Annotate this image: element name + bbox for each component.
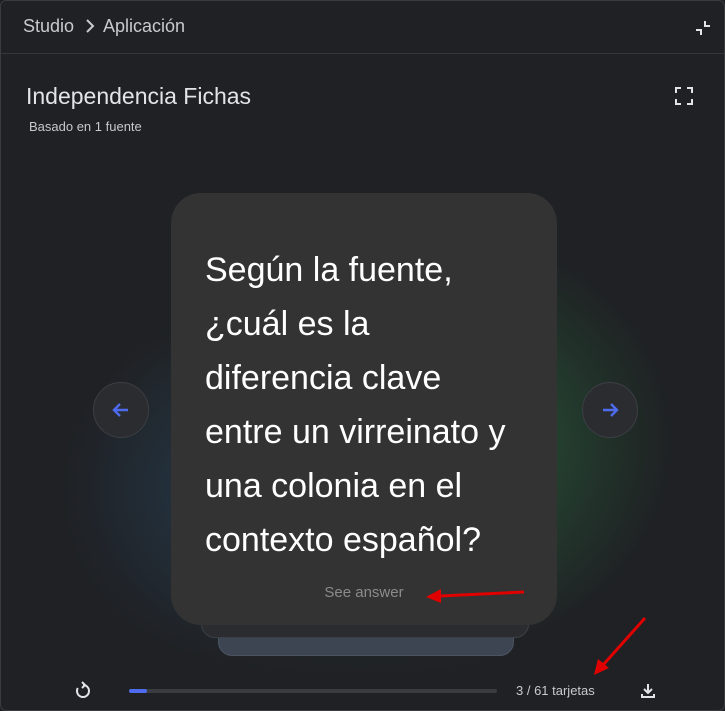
flashcard-panel: Studio Aplicación Independencia Fichas B… <box>0 0 725 711</box>
arrow-right-icon <box>603 403 619 417</box>
panel-header: Studio Aplicación <box>1 1 724 54</box>
flashcard-question: Según la fuente, ¿cuál es la diferencia … <box>205 251 506 559</box>
source-count: Basado en 1 fuente <box>29 119 142 134</box>
flashcard[interactable]: Según la fuente, ¿cuál es la diferencia … <box>171 193 557 625</box>
progress-bar <box>129 689 497 693</box>
previous-card-button[interactable] <box>93 382 149 438</box>
page-title: Independencia Fichas <box>26 83 252 109</box>
see-answer-button[interactable]: See answer <box>171 584 557 601</box>
arrow-left-icon <box>112 403 128 417</box>
fullscreen-icon[interactable] <box>673 85 695 107</box>
chevron-right-icon <box>86 19 95 33</box>
collapse-icon[interactable] <box>694 19 712 37</box>
download-icon[interactable] <box>638 681 658 701</box>
breadcrumb-studio[interactable]: Studio <box>23 16 74 37</box>
restart-icon[interactable] <box>73 681 93 701</box>
next-card-button[interactable] <box>582 382 638 438</box>
progress-bar-fill <box>129 689 148 693</box>
progress-label: 3 / 61 tarjetas <box>516 683 595 698</box>
breadcrumb-aplicacion: Aplicación <box>103 16 186 36</box>
